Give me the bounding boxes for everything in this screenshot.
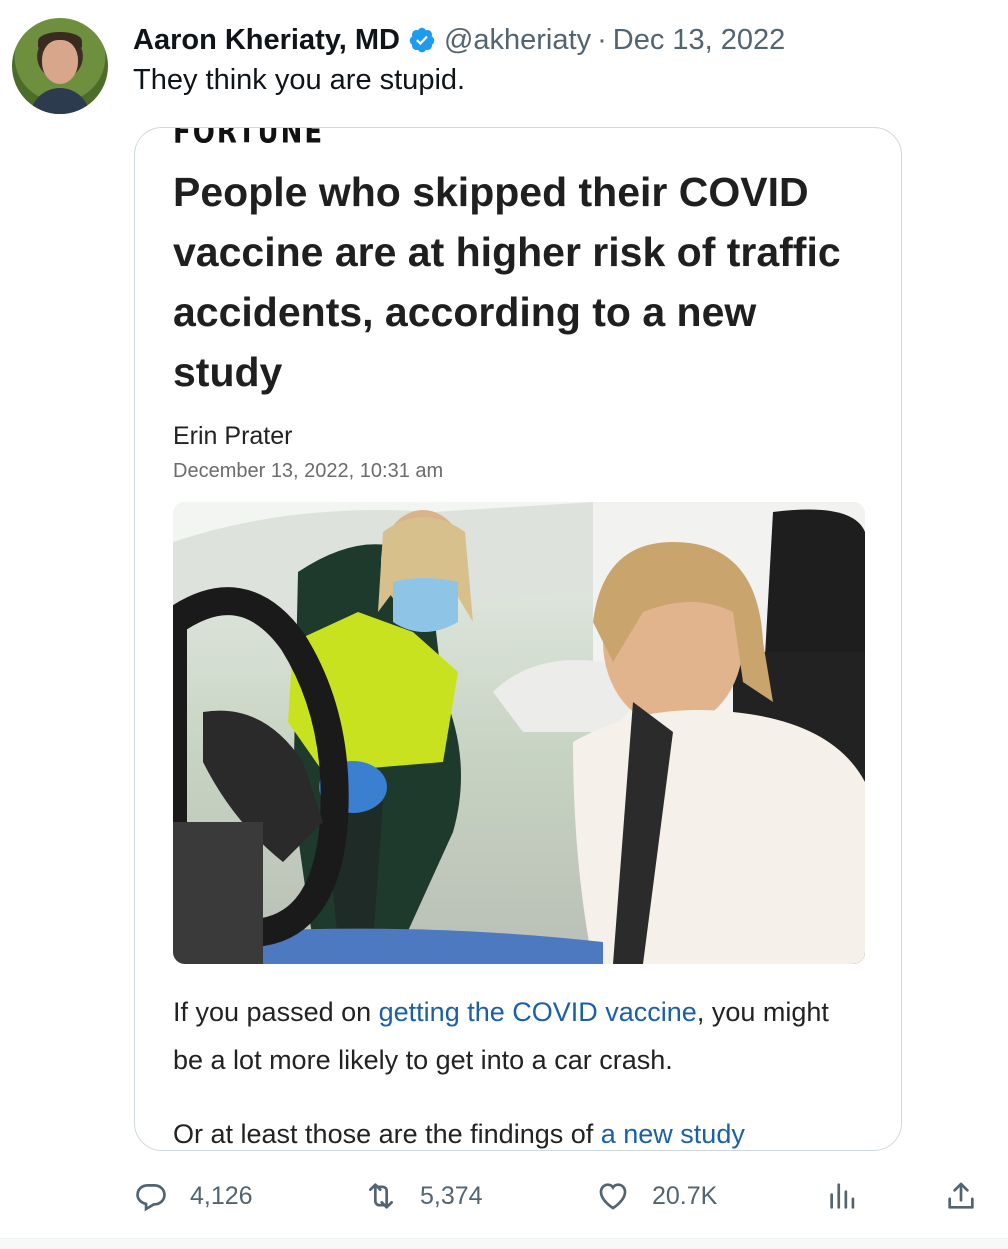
paragraph-1-text-start: If you passed on — [173, 997, 379, 1027]
car-accident-illustration — [173, 502, 865, 964]
article-paragraph-2: Or at least those are the findings of a … — [173, 1110, 873, 1150]
retweet-count: 5,374 — [420, 1181, 483, 1210]
avatar-shirt — [30, 88, 90, 114]
tweet-date[interactable]: Dec 13, 2022 — [613, 24, 786, 57]
meta-separator: · — [597, 23, 607, 56]
paragraph-2-text-start: Or at least those are the findings of — [173, 1119, 601, 1149]
covid-vaccine-link[interactable]: getting the COVID vaccine — [379, 997, 697, 1027]
like-button[interactable]: 20.7K — [596, 1170, 717, 1222]
reply-icon — [136, 1184, 166, 1212]
reply-count: 4,126 — [190, 1181, 253, 1210]
like-count: 20.7K — [652, 1181, 718, 1210]
tweet-header: Aaron Kheriaty, MD @akheriaty · Dec 13, … — [133, 20, 785, 60]
article-photo — [173, 502, 865, 964]
article-screenshot-card[interactable]: FORTUNE People who skipped their COVID v… — [134, 127, 902, 1151]
publication-logo: FORTUNE — [173, 127, 325, 151]
article-headline: People who skipped their COVID vaccine a… — [173, 169, 841, 395]
analytics-icon — [830, 1183, 855, 1209]
article-paragraph-1: If you passed on getting the COVID vacci… — [173, 988, 853, 1084]
tweet-actions-bar: 4,126 5,374 20.7K — [0, 1170, 1008, 1222]
article-date: December 13, 2022, 10:31 am — [173, 460, 444, 482]
share-button[interactable] — [944, 1170, 1000, 1222]
author-name[interactable]: Aaron Kheriaty, MD — [133, 24, 400, 57]
author-avatar[interactable] — [12, 18, 108, 114]
retweet-icon — [369, 1183, 393, 1209]
tweet-text: They think you are stupid. — [133, 64, 466, 96]
share-icon — [948, 1182, 974, 1209]
tweet-bottom-divider — [0, 1238, 1008, 1249]
new-study-link[interactable]: a new study — [601, 1119, 745, 1149]
views-button[interactable] — [826, 1170, 882, 1222]
article-author: Erin Prater — [173, 422, 293, 450]
reply-button[interactable]: 4,126 — [134, 1170, 253, 1222]
avatar-face — [42, 40, 78, 84]
verified-badge-icon — [409, 27, 435, 53]
retweet-button[interactable]: 5,374 — [364, 1170, 483, 1222]
heart-icon — [599, 1183, 627, 1210]
author-handle[interactable]: @akheriaty — [444, 24, 591, 57]
